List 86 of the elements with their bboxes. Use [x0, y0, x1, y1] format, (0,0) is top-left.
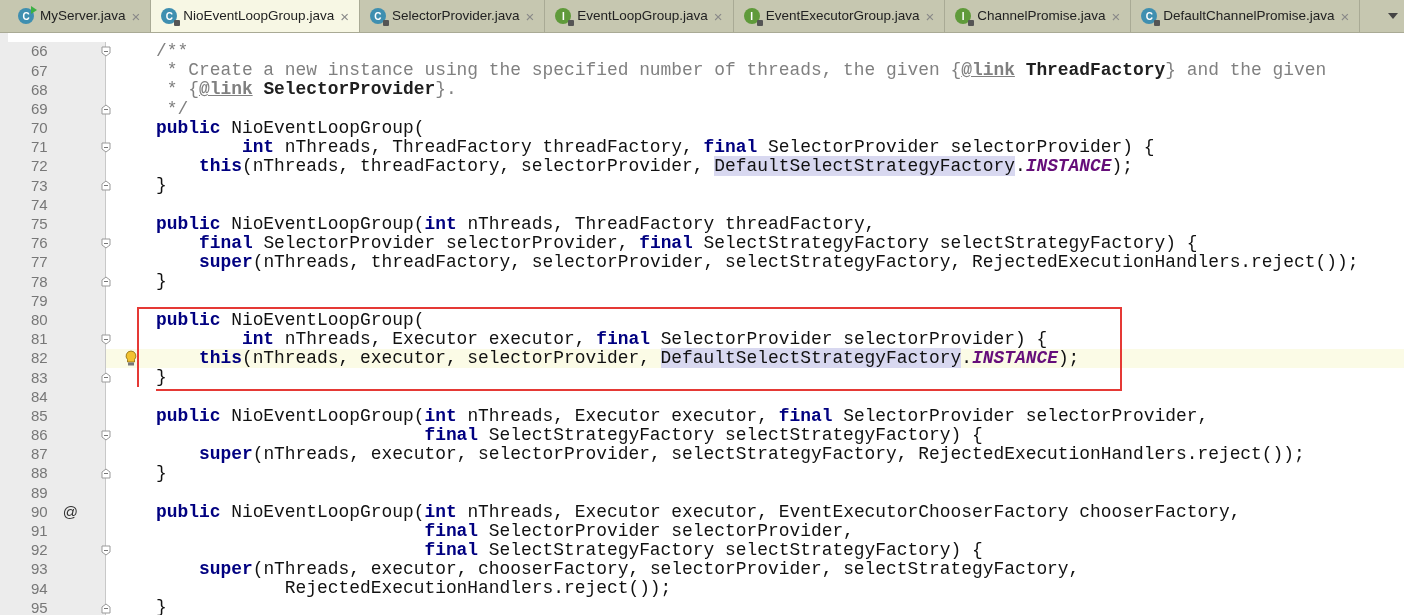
code-line: int nThreads, ThreadFactory threadFactory, final SelectorProvider selectorProvider) { — [241, 136, 1155, 157]
line-number: 84 — [29, 386, 48, 407]
code-line: public NioEventLoopGroup( — [156, 117, 425, 138]
line-number: 85 — [29, 405, 48, 426]
line-number: 69 — [29, 98, 48, 119]
line-number: 86 — [29, 425, 48, 446]
line-number: 91 — [29, 521, 48, 542]
tab-label: DefaultChannelPromise.java — [1163, 6, 1335, 25]
code-line: public NioEventLoopGroup(int nThreads, Executor executor, final SelectorProvider selectorProvider, — [156, 405, 1209, 426]
code-line: public NioEventLoopGroup( — [156, 309, 425, 330]
line-number: 66 — [29, 41, 48, 62]
fold-marker-icon[interactable] — [101, 372, 111, 384]
line-number: 93 — [29, 559, 48, 580]
code-line: this(nThreads, executor, selectorProvider, DefaultSelectStrategyFactory.INSTANCE); — [197, 348, 1080, 368]
file-type-icon: I — [743, 8, 760, 24]
line-number: 87 — [29, 444, 48, 465]
fold-marker-icon[interactable] — [101, 103, 111, 115]
line-number: 89 — [29, 482, 48, 503]
fold-marker-icon[interactable] — [101, 429, 111, 441]
code-line: public NioEventLoopGroup(int nThreads, ThreadFactory threadFactory, — [156, 213, 876, 234]
code-line: final SelectorProvider selectorProvider, final SelectStrategyFactory selectStrategyFactory) { — [198, 232, 1198, 253]
fold-marker-icon[interactable] — [101, 142, 111, 154]
line-number: 75 — [29, 214, 48, 235]
line-number: 80 — [29, 309, 48, 330]
code-line: this(nThreads, threadFactory, selectorProvider, DefaultSelectStrategyFactory.INSTANCE); — [197, 156, 1134, 177]
code-line: final SelectorProvider selectorProvider, — [423, 520, 854, 541]
code-line: */ — [165, 98, 189, 119]
code-line: * {@link SelectorProvider}. — [165, 79, 457, 100]
line-number: 94 — [29, 578, 48, 599]
line-number: 70 — [29, 118, 48, 139]
line-number: 71 — [29, 137, 48, 158]
line-number: 83 — [29, 367, 48, 388]
file-type-icon: C — [18, 8, 34, 24]
tab-label: EventExecutorGroup.java — [765, 6, 920, 25]
line-number: 78 — [29, 271, 48, 292]
lightbulb-icon[interactable] — [125, 350, 137, 368]
file-type-icon: I — [955, 8, 972, 24]
fold-marker-icon[interactable] — [101, 602, 111, 614]
fold-marker-icon[interactable] — [101, 544, 111, 556]
file-type-icon: C — [161, 8, 178, 24]
line-number: 90 — [29, 501, 48, 522]
code-line: /** — [156, 41, 189, 61]
line-number: 72 — [29, 156, 48, 177]
line-number: 82 — [29, 348, 48, 369]
code-line: super(nThreads, executor, chooserFactory, selectorProvider, selectStrategyFactory, — [197, 559, 1080, 580]
line-number: 79 — [29, 290, 48, 311]
tab-label: SelectorProvider.java — [391, 6, 520, 25]
tab-label: NioEventLoopGroup.java — [183, 6, 335, 25]
code-line: } — [156, 271, 167, 292]
file-type-icon: C — [369, 8, 386, 24]
line-number: 76 — [29, 233, 48, 254]
line-number: 77 — [29, 252, 48, 273]
line-number: 67 — [29, 60, 48, 81]
tab-label: MyServer.java — [40, 6, 126, 25]
line-number: 68 — [29, 79, 48, 100]
tab-close-button[interactable]: × — [340, 8, 349, 24]
line-number: 81 — [29, 329, 48, 350]
code-line: * Create a new instance using the specified number of threads, the given {@link ThreadFactory} and the given — [165, 60, 1327, 81]
fold-marker-icon[interactable] — [101, 180, 111, 192]
line-number: 95 — [29, 597, 48, 615]
code-line: public NioEventLoopGroup(int nThreads, Executor executor, EventExecutorChooserFactory chooserFactory, — [156, 501, 1241, 522]
dropdown-caret-icon[interactable] — [1388, 13, 1398, 19]
fold-marker-icon[interactable] — [101, 333, 111, 345]
file-type-icon: I — [555, 8, 572, 24]
editor-tab[interactable]: C NioEventLoopGroup.java × — [151, 0, 360, 32]
line-number: 74 — [29, 194, 48, 215]
fold-marker-icon[interactable] — [101, 46, 111, 58]
override-marker[interactable]: @ — [62, 500, 78, 524]
code-line: int nThreads, Executor executor, final SelectorProvider selectorProvider) { — [241, 328, 1048, 349]
code-line: RejectedExecutionHandlers.reject()); — [283, 578, 672, 599]
code-line: super(nThreads, executor, selectorProvider, selectStrategyFactory, RejectedExecutionHandlers.reject()); — [197, 443, 1305, 464]
tab-label: EventLoopGroup.java — [577, 6, 708, 25]
fold-marker-icon[interactable] — [101, 276, 111, 288]
fold-marker-icon[interactable] — [101, 237, 111, 249]
line-number: 88 — [29, 463, 48, 484]
line-number: 92 — [29, 540, 48, 561]
code-line: super(nThreads, threadFactory, selectorProvider, selectStrategyFactory, RejectedExecutionHandlers.reject()); — [197, 252, 1359, 273]
code-line: } — [156, 175, 167, 196]
code-line: final SelectStrategyFactory selectStrategyFactory) { — [423, 424, 983, 445]
line-number: 73 — [29, 175, 48, 196]
tab-label: ChannelPromise.java — [977, 6, 1106, 25]
code-line: final SelectStrategyFactory selectStrategyFactory) { — [423, 539, 983, 560]
code-line: } — [156, 463, 167, 484]
code-line: } — [156, 367, 167, 388]
fold-marker-icon[interactable] — [101, 468, 111, 480]
file-type-icon: C — [1141, 8, 1158, 24]
